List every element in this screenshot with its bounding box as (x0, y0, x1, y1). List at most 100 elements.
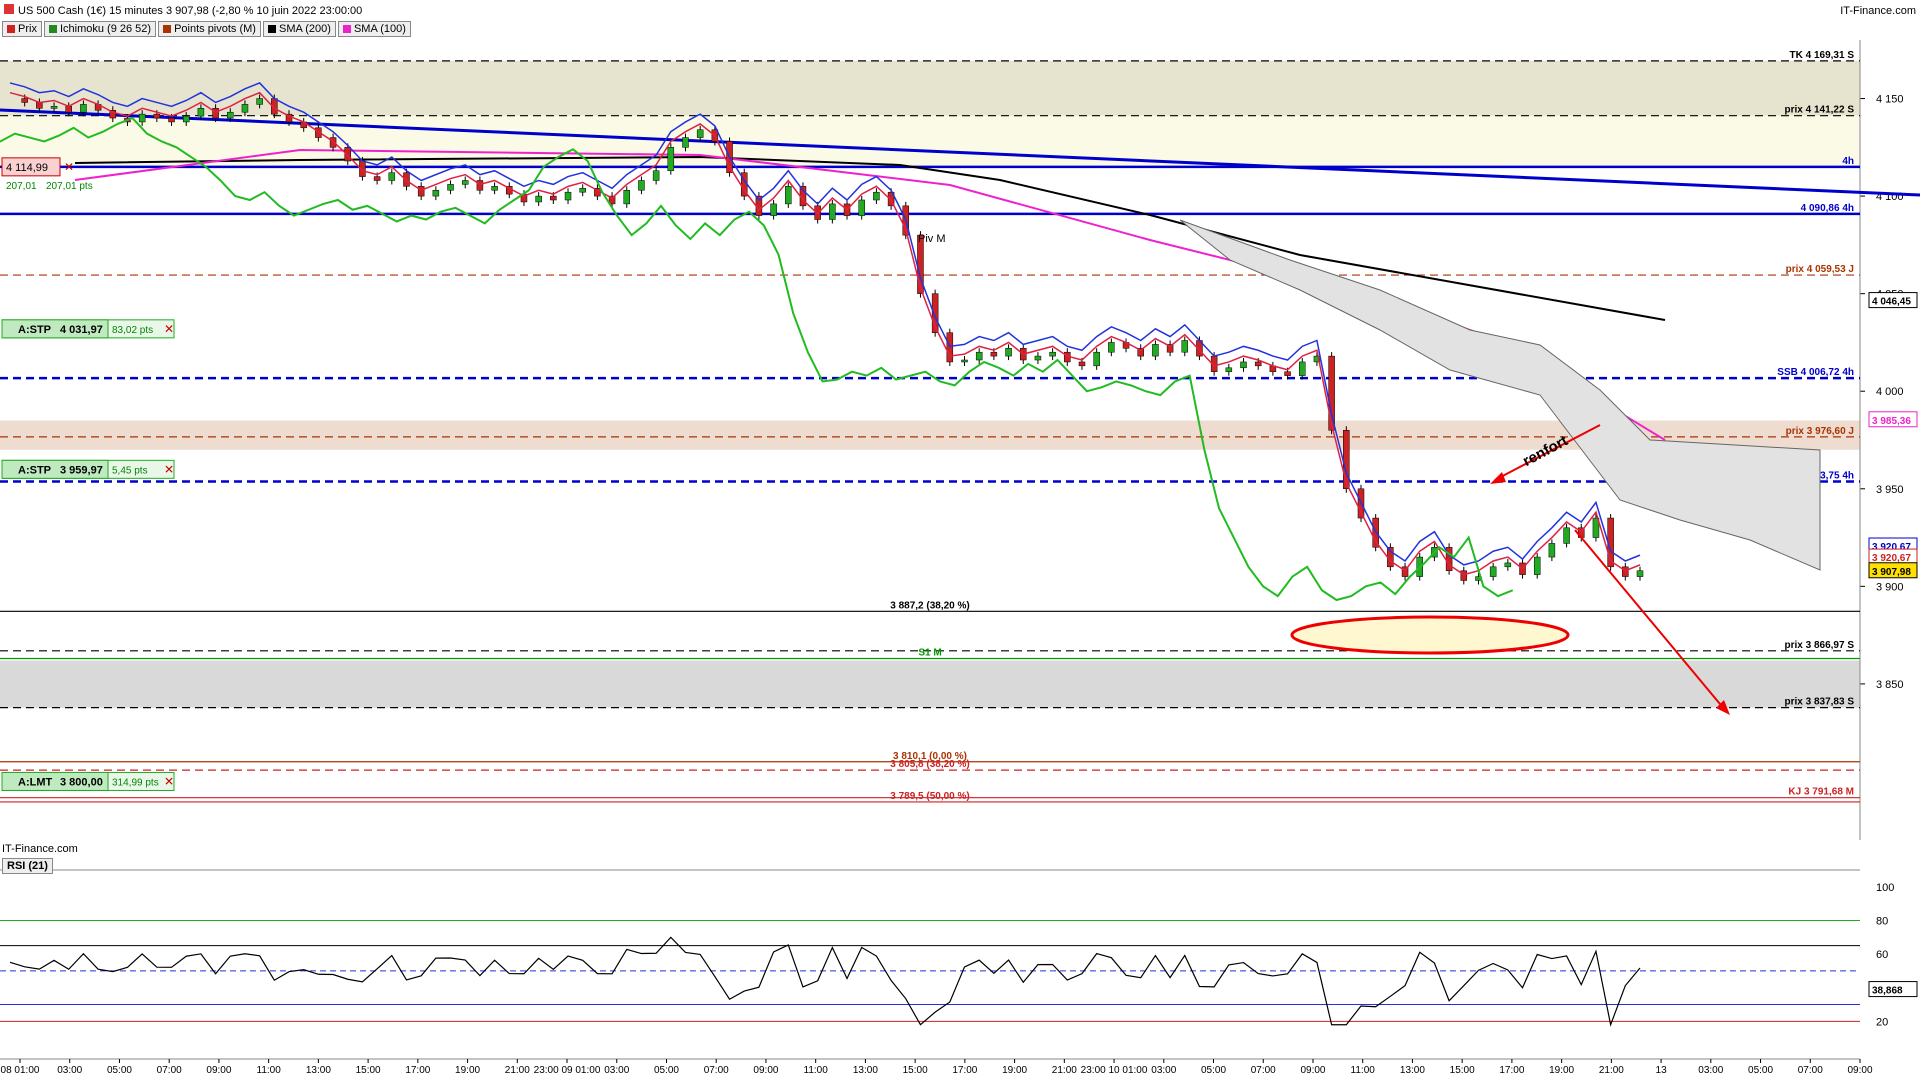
x-tick-label: 15:00 (903, 1065, 928, 1076)
y-tick-label: 3 950 (1876, 484, 1904, 496)
candle (461, 180, 469, 185)
candle (623, 189, 631, 205)
candle (638, 180, 645, 191)
x-tick-label: 09:00 (1300, 1065, 1325, 1076)
price-chart[interactable]: 4 1504 1004 0504 0003 9503 9003 850TK 4 … (0, 0, 1920, 1080)
candle (1108, 342, 1115, 353)
candle (447, 184, 454, 191)
candle (36, 102, 43, 109)
x-tick-label: 21:00 (505, 1065, 530, 1076)
candle (1299, 361, 1306, 376)
target-ellipse (1290, 615, 1570, 655)
candle (21, 98, 28, 103)
x-tick-label: 13:00 (306, 1065, 331, 1076)
rsi-line (9, 936, 1641, 1027)
candle (1636, 570, 1644, 577)
candle (1533, 556, 1541, 575)
rsi-last-label: 38,868 (1872, 986, 1903, 997)
rsi-tick-label: 100 (1876, 882, 1894, 894)
rsi-label[interactable]: RSI (21) (2, 858, 53, 874)
candle (1152, 344, 1159, 357)
level-label: 3 887,2 (38,20 %) (890, 600, 970, 611)
order-tag-close-icon: ✕ (164, 462, 174, 476)
candle (858, 199, 865, 216)
order-tag-label: A:LMT (18, 776, 52, 788)
candle (1548, 543, 1556, 558)
x-tick-label: 11:00 (1351, 1065, 1376, 1076)
x-tick-label: 03:00 (604, 1065, 629, 1076)
candle (1005, 348, 1012, 357)
x-tick-label: 11:00 (257, 1065, 282, 1076)
x-tick-label: 13:00 (853, 1065, 878, 1076)
candle (1093, 351, 1100, 367)
x-tick-label: 19:00 (1549, 1065, 1574, 1076)
candle (667, 147, 675, 171)
order-tag-pts: 314,99 pts (112, 777, 159, 788)
level-label: prix 4 059,53 J (1786, 264, 1854, 275)
candle (182, 115, 190, 123)
candle (1328, 355, 1335, 431)
price-tag-label: 4 114,99 (6, 162, 48, 174)
x-tick-label: 09:00 (1847, 1065, 1872, 1076)
candle (696, 129, 704, 138)
sma100-line (74, 148, 1666, 441)
candle (1181, 340, 1189, 353)
x-tick-label: 17:00 (952, 1065, 977, 1076)
candle (564, 191, 572, 201)
candle (1049, 351, 1056, 357)
candle (373, 176, 381, 181)
candle (550, 195, 557, 201)
x-tick-label: 19:00 (1002, 1065, 1027, 1076)
order-tag-label: A:STP (18, 324, 51, 336)
candle (256, 98, 263, 105)
x-tick-label: 03:00 (1151, 1065, 1176, 1076)
right-price-tag-label: 4 046,45 (1872, 297, 1911, 308)
zone-support (0, 660, 1860, 708)
x-tick-label: 03:00 (1698, 1065, 1723, 1076)
annotation-pivm: Piv M (918, 233, 946, 245)
candle (241, 104, 249, 113)
candle (1504, 562, 1512, 568)
x-tick-label: 07:00 (157, 1065, 182, 1076)
order-tag-pts: 83,02 pts (112, 325, 153, 336)
right-price-tag-label: 3 985,36 (1872, 416, 1911, 427)
candle (873, 191, 880, 201)
candle (579, 188, 586, 193)
candle (1078, 361, 1086, 367)
level-label: prix 3 866,97 S (1785, 640, 1855, 651)
x-tick-label: 09:00 (206, 1065, 231, 1076)
x-tick-label: 19:00 (455, 1065, 480, 1076)
zone-upper (0, 60, 1860, 116)
x-tick-label: 23:00 09 01:00 (534, 1065, 601, 1076)
candle (990, 351, 998, 357)
x-tick-label: 15:00 (1450, 1065, 1475, 1076)
price-tag-sub: 207,01 (6, 181, 37, 192)
candle (946, 332, 954, 363)
x-tick-label: 15:00 (356, 1065, 381, 1076)
order-tag-close-icon: ✕ (164, 322, 174, 336)
x-tick-label: 08 01:00 (1, 1065, 40, 1076)
candle (168, 117, 175, 123)
candle (785, 186, 792, 205)
price-tag-sub2: 207,01 pts (46, 181, 93, 192)
candle (1489, 566, 1497, 577)
rsi-tick-label: 80 (1876, 915, 1888, 927)
order-tag-price: 3 800,00 (60, 776, 103, 788)
level-label: prix 3 976,60 J (1786, 426, 1854, 437)
candle (388, 172, 396, 181)
candle (476, 180, 484, 191)
candle (770, 203, 777, 216)
order-tag-label: A:STP (18, 464, 51, 476)
candle (227, 111, 234, 119)
level-label: 3 789,5 (50,00 %) (890, 791, 970, 802)
candle (682, 137, 689, 148)
candle (1563, 527, 1570, 544)
x-tick-label: 07:00 (1798, 1065, 1823, 1076)
x-tick-label: 05:00 (1201, 1065, 1226, 1076)
level-label: S1 M (918, 648, 941, 659)
candle (975, 351, 983, 361)
rsi-tick-label: 60 (1876, 949, 1888, 961)
y-tick-label: 3 850 (1876, 679, 1904, 691)
candle (535, 195, 542, 203)
candle (1225, 367, 1233, 372)
